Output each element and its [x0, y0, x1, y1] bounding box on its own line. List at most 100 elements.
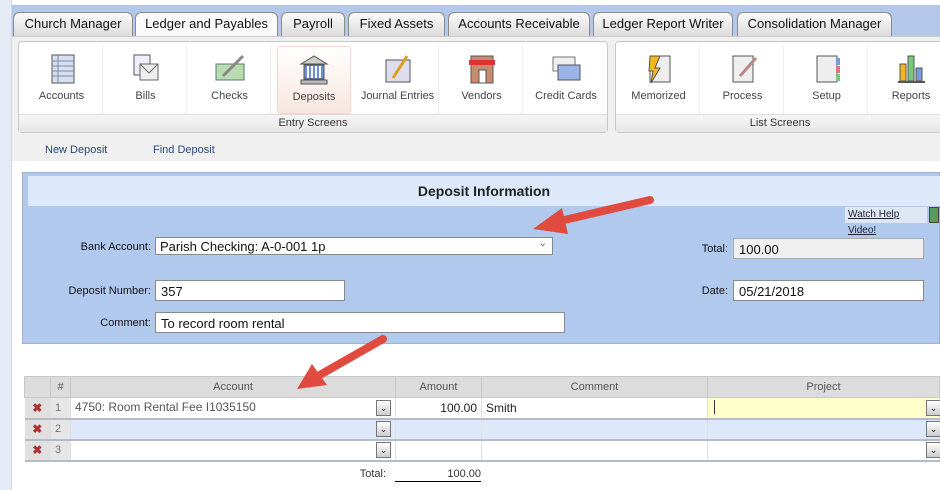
amount-cell[interactable]: 100.00: [395, 397, 482, 420]
comment-cell[interactable]: [481, 439, 708, 462]
label: Vendors: [461, 90, 502, 102]
account-value: 4750: Room Rental Fee I1035150: [75, 399, 256, 414]
project-cell[interactable]: ⌄: [707, 418, 940, 441]
ribbon-journal-entries[interactable]: Journal Entries: [357, 46, 439, 114]
label: Journal Entries: [360, 90, 435, 102]
label: Credit Cards: [535, 90, 597, 102]
account-cell[interactable]: ⌄: [70, 418, 396, 441]
label: Process: [722, 90, 763, 102]
comment-input[interactable]: To record room rental: [155, 312, 565, 333]
date-label: Date:: [701, 285, 728, 297]
amount-cell[interactable]: [395, 439, 482, 462]
tab-fixed-assets[interactable]: Fixed Assets: [348, 12, 445, 36]
left-edge: [0, 0, 12, 490]
bank-account-value: Parish Checking: A-0-001 1p: [160, 239, 326, 254]
column-header-number: #: [50, 376, 71, 398]
watch-help-video-link[interactable]: Watch Help Video!: [845, 207, 927, 236]
dropdown-button[interactable]: ⌄: [376, 442, 391, 458]
deposit-number-label: Deposit Number:: [68, 285, 151, 297]
tab-consolidation-manager[interactable]: Consolidation Manager: [737, 12, 892, 36]
bar-chart-icon: [898, 55, 925, 83]
delete-row-icon[interactable]: ✖: [24, 418, 51, 441]
table-row: ✖ 3 ⌄ ⌄: [24, 439, 940, 462]
column-header-comment: Comment: [481, 376, 708, 398]
ribbon-vendors[interactable]: Vendors: [441, 46, 523, 114]
column-header-project: Project: [707, 376, 940, 398]
date-input[interactable]: 05/21/2018: [733, 280, 924, 301]
dropdown-button[interactable]: ⌄: [376, 421, 391, 437]
ribbon-checks[interactable]: Checks: [189, 46, 271, 114]
bank-icon: [299, 55, 329, 85]
column-header-amount: Amount: [395, 376, 482, 398]
ledger-grid-icon: [51, 54, 74, 84]
delete-column-header: [24, 376, 51, 398]
table-row: ✖ 2 ⌄ ⌄: [24, 418, 940, 441]
total-field: 100.00: [733, 238, 924, 259]
entry-screens-group: Accounts Bills Checks Deposits Journal E…: [18, 41, 608, 133]
label: Accounts: [38, 90, 85, 102]
account-cell[interactable]: ⌄: [70, 439, 396, 462]
account-cell[interactable]: 4750: Room Rental Fee I1035150 ⌄: [70, 397, 396, 420]
label: Reports: [891, 90, 931, 102]
dropdown-button[interactable]: ⌄: [926, 442, 940, 458]
text-cursor: [714, 399, 715, 414]
list-screens-group: Memorized Process Setup Reports List Scr…: [615, 41, 940, 133]
amount-cell[interactable]: [395, 418, 482, 441]
row-number: 1: [50, 397, 71, 420]
project-cell[interactable]: ⌄: [707, 439, 940, 462]
comment-cell[interactable]: [481, 418, 708, 441]
ribbon-setup[interactable]: Setup: [786, 46, 868, 114]
journal-icon: [385, 55, 410, 83]
label: Checks: [211, 90, 248, 102]
process-document-icon: [732, 55, 757, 83]
dropdown-button[interactable]: ⌄: [926, 421, 940, 437]
label: Setup: [812, 90, 841, 102]
find-deposit-link[interactable]: Find Deposit: [153, 144, 215, 156]
table-row: ✖ 1 4750: Room Rental Fee I1035150 ⌄ 100.…: [24, 397, 940, 420]
ribbon-bills[interactable]: Bills: [105, 46, 187, 114]
grid-header: # Account Amount Comment Project: [24, 376, 940, 398]
ribbon-reports[interactable]: Reports: [870, 46, 940, 114]
tab-payroll[interactable]: Payroll: [281, 12, 345, 36]
bank-account-select[interactable]: Parish Checking: A-0-001 1p ⌄: [155, 237, 553, 255]
check-pen-icon: [215, 54, 244, 81]
deposit-number-input[interactable]: 357: [155, 280, 345, 301]
comment-label: Comment:: [100, 317, 151, 329]
storefront-icon: [468, 55, 495, 84]
tab-accounts-receivable[interactable]: Accounts Receivable: [448, 12, 590, 36]
row-number: 2: [50, 418, 71, 441]
dropdown-button[interactable]: ⌄: [376, 399, 391, 416]
film-icon: [929, 207, 939, 223]
dropdown-button[interactable]: ⌄: [926, 399, 940, 416]
project-cell[interactable]: ⌄: [707, 397, 940, 420]
grid-total-value: 100.00: [395, 468, 481, 482]
new-deposit-link[interactable]: New Deposit: [45, 144, 107, 156]
entry-screens-label: Entry Screens: [19, 114, 607, 132]
credit-card-icon: [552, 56, 581, 81]
tab-ledger-report-writer[interactable]: Ledger Report Writer: [593, 12, 733, 36]
grid-total-label: Total:: [359, 468, 386, 480]
tab-church-manager[interactable]: Church Manager: [13, 12, 133, 36]
label: Memorized: [631, 90, 686, 102]
ribbon-memorized[interactable]: Memorized: [618, 46, 700, 114]
ribbon-deposits[interactable]: Deposits: [277, 46, 351, 114]
delete-row-icon[interactable]: ✖: [24, 439, 51, 462]
row-number: 3: [50, 439, 71, 462]
comment-cell[interactable]: Smith: [481, 397, 708, 420]
list-screens-label: List Screens: [616, 114, 940, 132]
deposit-lines-grid: # Account Amount Comment Project ✖ 1 475…: [24, 376, 940, 462]
ribbon-credit-cards[interactable]: Credit Cards: [525, 46, 607, 114]
bank-account-label: Bank Account:: [80, 241, 151, 253]
ribbon-process[interactable]: Process: [702, 46, 784, 114]
setup-binder-icon: [816, 55, 840, 83]
memorized-bolt-icon: [647, 55, 670, 84]
chevron-down-icon: ⌄: [538, 238, 547, 249]
tab-ledger-and-payables[interactable]: Ledger and Payables: [135, 12, 278, 37]
column-header-account: Account: [70, 376, 396, 398]
label: Deposits: [292, 91, 336, 103]
delete-row-icon[interactable]: ✖: [24, 397, 51, 420]
deposit-info-title: Deposit Information: [28, 176, 940, 206]
label: Bills: [135, 90, 156, 102]
ribbon-accounts[interactable]: Accounts: [21, 46, 103, 114]
bill-envelope-icon: [133, 54, 158, 81]
